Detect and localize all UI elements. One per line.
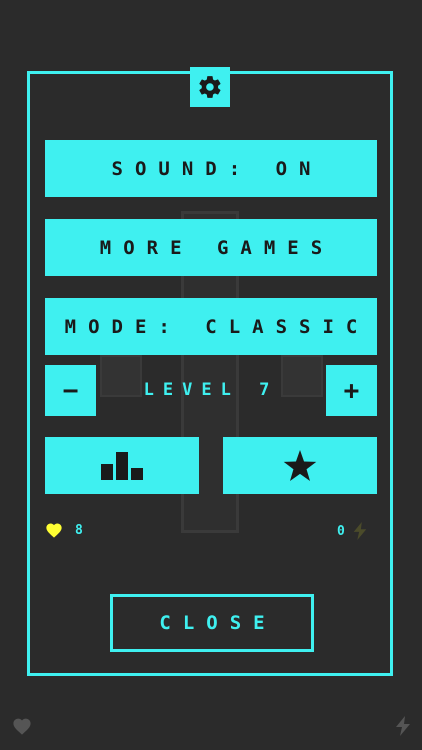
star-icon bbox=[283, 449, 317, 481]
energy-counter: 0 bbox=[337, 522, 367, 540]
sound-toggle-button[interactable]: SOUND: ON bbox=[45, 140, 377, 197]
level-display: LEVEL 7 bbox=[96, 364, 326, 416]
close-label: CLOSE bbox=[159, 612, 277, 634]
level-increase-button[interactable]: + bbox=[326, 365, 377, 416]
mode-button[interactable]: MODE: CLASSIC bbox=[45, 298, 377, 355]
energy-value: 0 bbox=[337, 523, 345, 539]
level-label: LEVEL 7 bbox=[143, 380, 279, 400]
bolt-icon-corner bbox=[396, 716, 410, 736]
minus-label: − bbox=[62, 375, 79, 406]
level-decrease-button[interactable]: − bbox=[45, 365, 96, 416]
lives-counter: 8 bbox=[45, 522, 83, 538]
leaderboard-button[interactable] bbox=[45, 437, 199, 494]
close-button[interactable]: CLOSE bbox=[110, 594, 314, 652]
plus-label: + bbox=[343, 375, 360, 406]
lives-value: 8 bbox=[75, 522, 83, 538]
rate-button[interactable] bbox=[223, 437, 377, 494]
gear-icon bbox=[199, 76, 221, 98]
heart-icon-corner bbox=[13, 718, 31, 735]
sound-toggle-label: SOUND: ON bbox=[111, 157, 323, 180]
settings-tab bbox=[190, 67, 230, 107]
bolt-icon bbox=[353, 522, 367, 540]
more-games-button[interactable]: MORE GAMES bbox=[45, 219, 377, 276]
leaderboard-icon bbox=[101, 451, 143, 480]
mode-label: MODE: CLASSIC bbox=[64, 315, 370, 338]
heart-icon bbox=[46, 523, 62, 538]
more-games-label: MORE GAMES bbox=[99, 236, 335, 259]
